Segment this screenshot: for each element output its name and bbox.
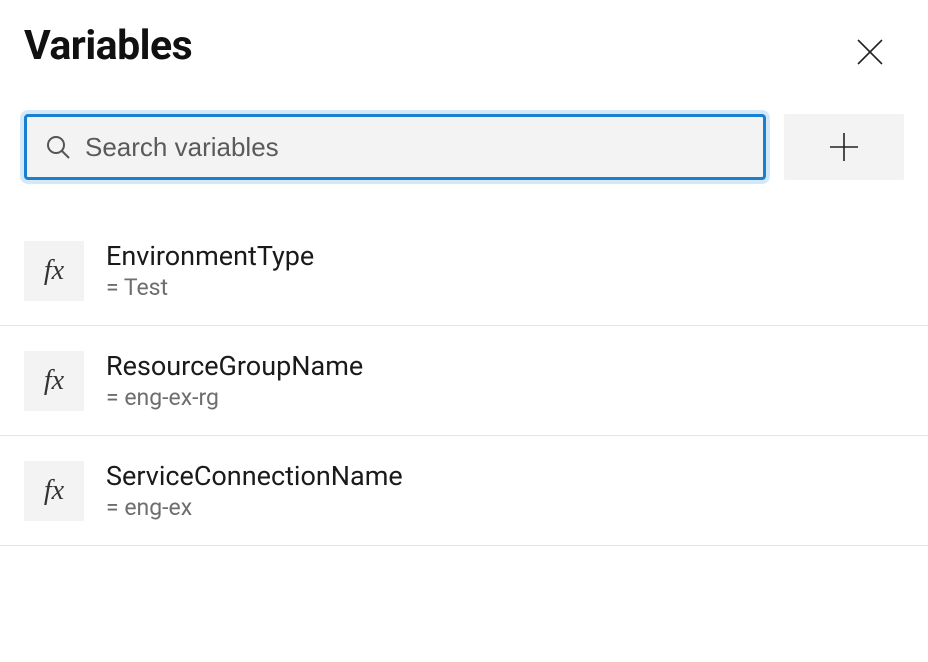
close-icon xyxy=(854,36,886,68)
variable-name: ServiceConnectionName xyxy=(106,460,403,492)
add-variable-button[interactable] xyxy=(784,114,904,180)
panel-title: Variables xyxy=(24,22,192,70)
search-input[interactable] xyxy=(85,132,745,163)
variable-row[interactable]: fx ResourceGroupName = eng-ex-rg xyxy=(0,326,928,436)
variables-list: fx EnvironmentType = Test fx ResourceGro… xyxy=(0,228,928,546)
variable-texts: ServiceConnectionName = eng-ex xyxy=(106,460,403,521)
variable-value: = Test xyxy=(106,274,314,301)
close-button[interactable] xyxy=(848,30,892,74)
variable-texts: ResourceGroupName = eng-ex-rg xyxy=(106,350,363,411)
fx-icon: fx xyxy=(24,241,84,301)
search-field-wrapper[interactable] xyxy=(24,114,766,180)
search-icon xyxy=(45,134,71,160)
variable-row[interactable]: fx EnvironmentType = Test xyxy=(0,228,928,326)
fx-icon: fx xyxy=(24,351,84,411)
variable-texts: EnvironmentType = Test xyxy=(106,240,314,301)
variable-name: ResourceGroupName xyxy=(106,350,363,382)
variable-row[interactable]: fx ServiceConnectionName = eng-ex xyxy=(0,436,928,546)
plus-icon xyxy=(827,130,861,164)
variable-value: = eng-ex xyxy=(106,494,403,521)
variable-value: = eng-ex-rg xyxy=(106,384,363,411)
variable-name: EnvironmentType xyxy=(106,240,314,272)
fx-icon: fx xyxy=(24,461,84,521)
